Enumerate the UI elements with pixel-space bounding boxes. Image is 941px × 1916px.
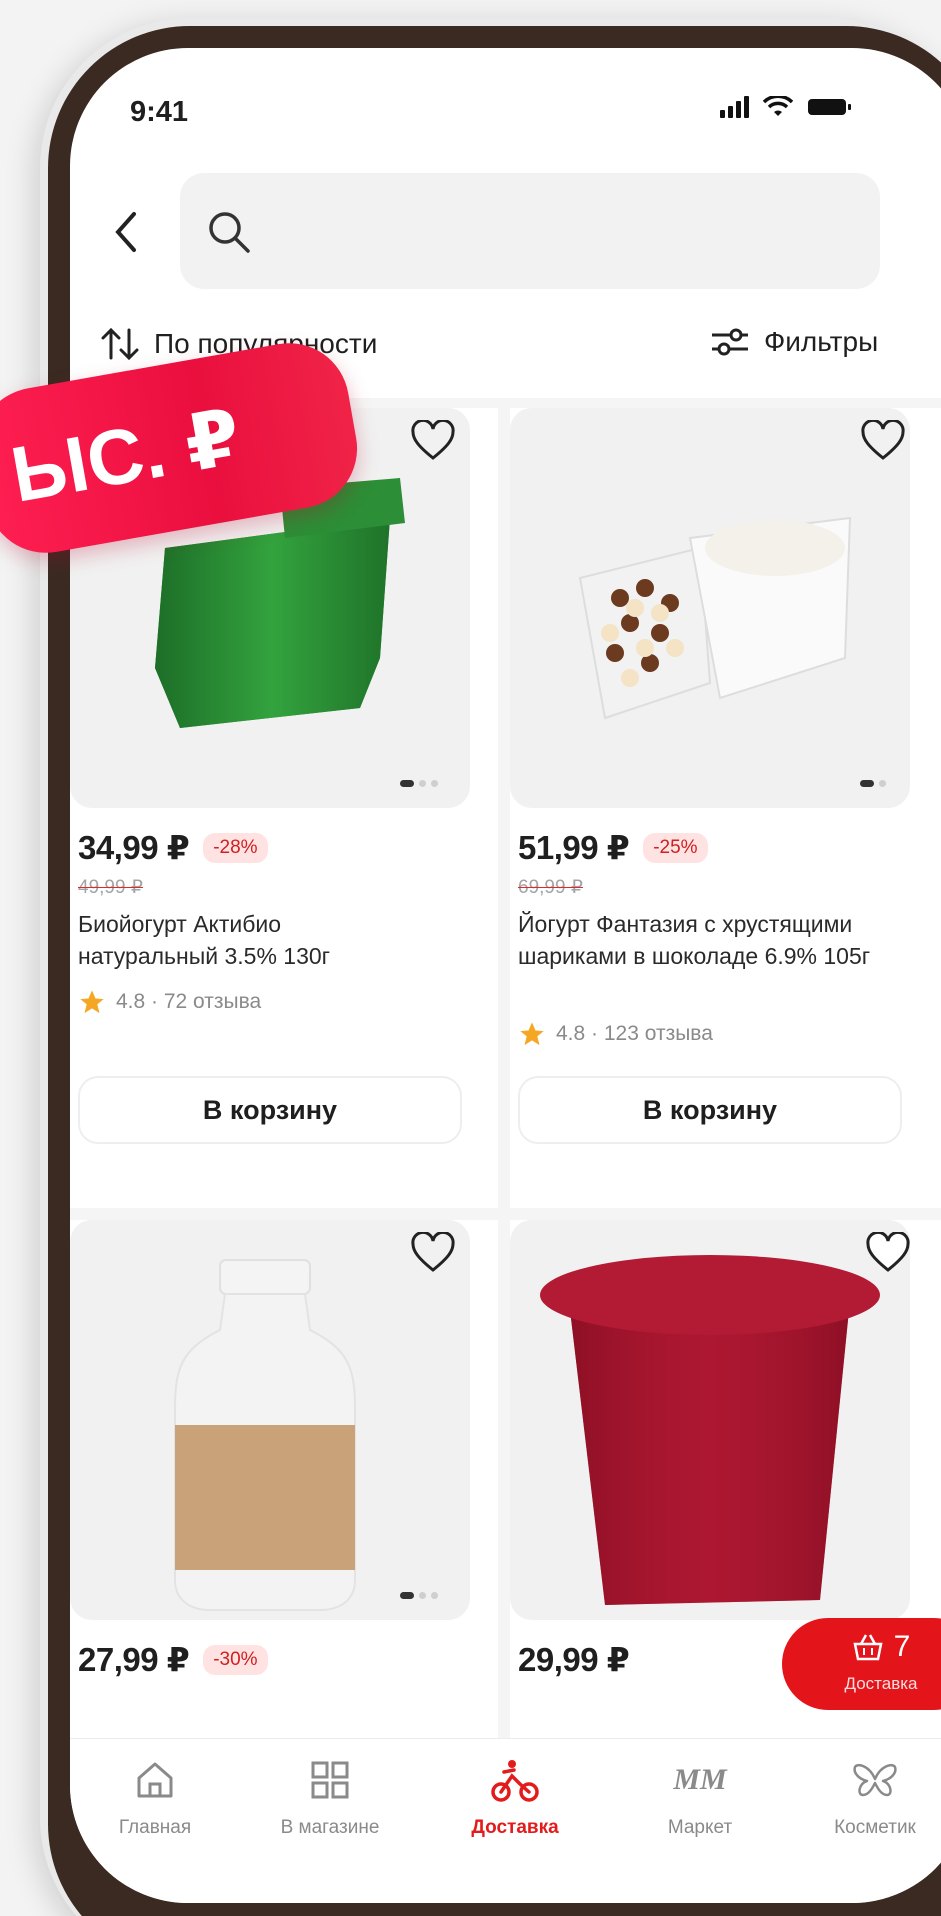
image-pager-dots — [860, 780, 886, 787]
delivery-cart-button[interactable]: 7 Доставка — [782, 1618, 941, 1710]
nav-label: Маркет — [667, 1817, 733, 1838]
nav-item-store[interactable]: В магазине — [245, 1755, 415, 1839]
filter-label: Фильтры — [764, 326, 879, 357]
back-button[interactable] — [110, 208, 150, 268]
discount-badge: -25% — [643, 832, 708, 863]
filter-sliders-icon — [712, 328, 748, 356]
drink-bottle-image — [174, 1259, 356, 1611]
product-price: 29,99 ₽ — [518, 1641, 630, 1678]
product-price: 34,99 ₽ — [78, 829, 190, 866]
grid-icon — [311, 1761, 349, 1799]
rating-text: 4.8 · 123 отзыва — [556, 1022, 713, 1045]
product-image[interactable] — [510, 1220, 910, 1620]
nav-item-cosmetics[interactable]: Косметик — [790, 1755, 941, 1839]
butterfly-icon — [853, 1763, 897, 1797]
status-icons — [720, 96, 853, 118]
product-name[interactable]: Биойогурт Актибио натуральный 3.5% 130г — [78, 908, 408, 972]
product-image[interactable] — [510, 408, 910, 808]
product-price: 51,99 ₽ — [518, 829, 630, 866]
product-card[interactable]: 27,99 ₽ -30% — [70, 1220, 498, 1740]
product-rating: 4.8 · 72 отзыва — [78, 988, 261, 1016]
favorite-heart-icon[interactable] — [410, 1232, 456, 1274]
image-pager-dots — [400, 780, 438, 787]
promo-text: ЫС. ₽ — [4, 391, 247, 519]
nav-item-home[interactable]: Главная — [70, 1755, 240, 1839]
search-bar[interactable] — [180, 173, 880, 289]
old-price: 69,99 ₽ — [518, 877, 583, 898]
home-icon — [137, 1762, 173, 1798]
product-image[interactable] — [70, 1220, 470, 1620]
sort-arrows-icon — [101, 327, 139, 361]
nav-label: В магазине — [280, 1817, 380, 1838]
product-price: 27,99 ₽ — [78, 1641, 190, 1678]
favorite-heart-icon[interactable] — [865, 1232, 911, 1274]
status-time: 9:41 — [130, 96, 189, 128]
add-to-cart-button[interactable]: В корзину — [78, 1076, 462, 1144]
cart-count: 7 — [893, 1630, 911, 1663]
nav-item-market[interactable]: MM Маркет — [615, 1755, 785, 1839]
favorite-heart-icon[interactable] — [860, 420, 906, 462]
nav-label: Косметик — [834, 1817, 916, 1838]
yogurt-twin-pack-image — [578, 516, 852, 720]
product-name[interactable]: Йогурт Фантазия с хрустящими шариками в … — [518, 908, 878, 972]
chevron-left-icon — [115, 212, 136, 252]
discount-badge: -30% — [203, 1644, 268, 1675]
battery-icon — [808, 99, 851, 115]
add-to-cart-button[interactable]: В корзину — [518, 1076, 902, 1144]
rating-text: 4.8 · 72 отзыва — [116, 990, 262, 1013]
signal-icon — [720, 96, 749, 118]
bike-icon — [491, 1760, 539, 1802]
search-input[interactable] — [270, 203, 850, 259]
delivery-label: Доставка — [844, 1674, 918, 1693]
star-icon — [520, 1022, 544, 1046]
product-rating: 4.8 · 123 отзыва — [518, 1020, 713, 1048]
market-logo-icon: MM — [673, 1763, 727, 1796]
wifi-icon — [763, 96, 793, 116]
app-screen: 9:41 По популярности Фильтры 34,99 ₽ -28… — [70, 48, 941, 1903]
nav-label: Главная — [118, 1817, 192, 1838]
discount-badge: -28% — [203, 832, 268, 863]
red-cup-image — [540, 1255, 880, 1605]
nav-item-delivery[interactable]: Доставка — [430, 1755, 600, 1839]
search-icon — [209, 212, 250, 253]
product-card[interactable]: 51,99 ₽ -25% 69,99 ₽ Йогурт Фантазия с х… — [510, 408, 941, 1208]
basket-icon — [853, 1634, 883, 1661]
nav-label: Доставка — [471, 1817, 559, 1838]
bottom-navigation: Главная В магазине Доставка MM Маркет Ко… — [70, 1738, 941, 1903]
image-pager-dots — [400, 1592, 438, 1599]
filter-button[interactable]: Фильтры — [710, 326, 878, 358]
star-icon — [80, 990, 104, 1014]
old-price: 49,99 ₽ — [78, 877, 143, 898]
favorite-heart-icon[interactable] — [410, 420, 456, 462]
